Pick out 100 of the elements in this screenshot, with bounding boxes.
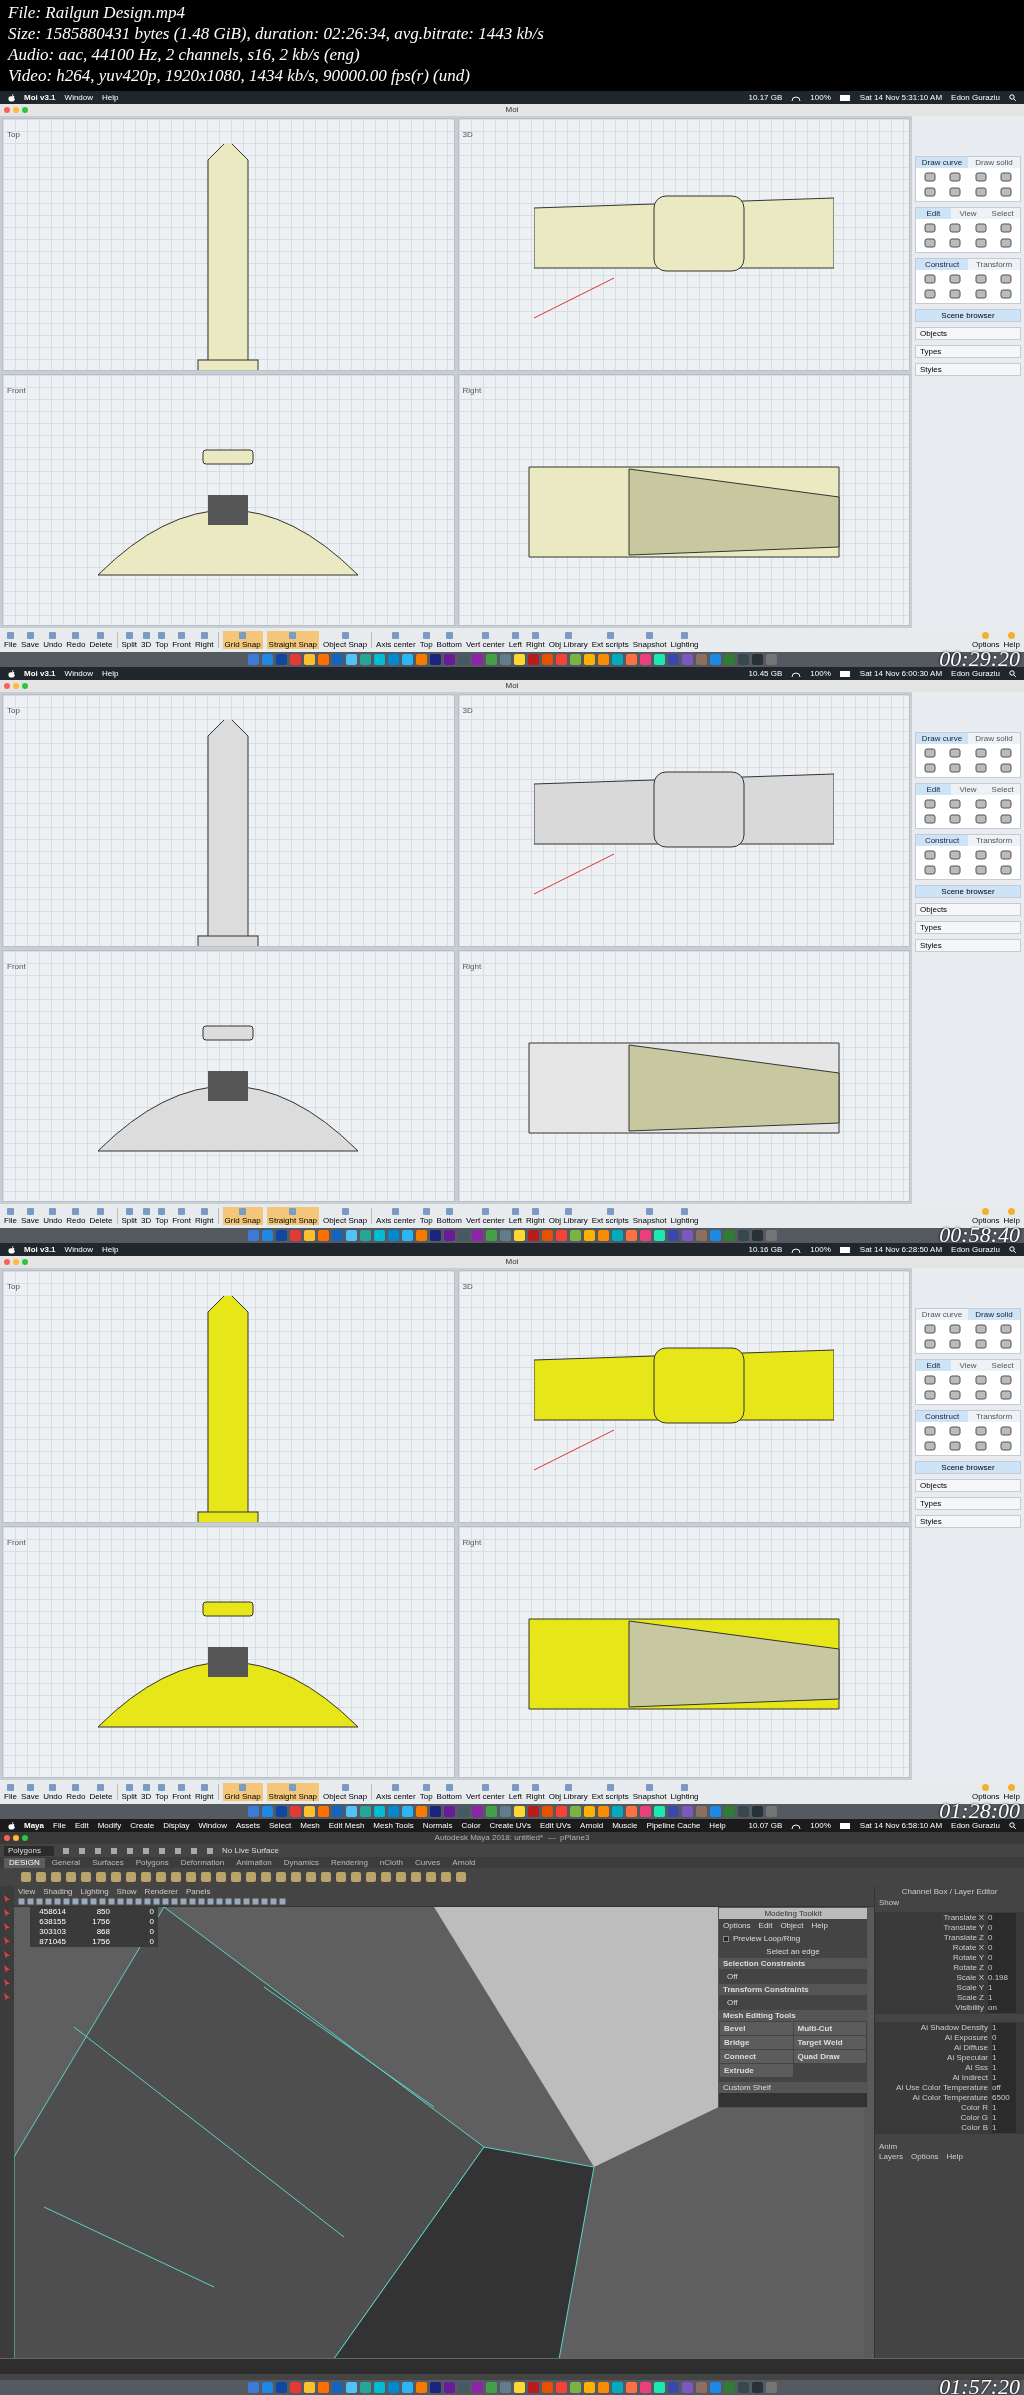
attribute-value[interactable]: 1 — [992, 2103, 1016, 2113]
toolbar-button[interactable]: Options — [971, 1207, 1000, 1225]
menu-item[interactable]: Help — [709, 1820, 726, 1831]
tool-button[interactable]: Connect — [720, 2050, 793, 2063]
toolbar-button[interactable]: 3D — [141, 1783, 152, 1801]
app-icon[interactable] — [317, 654, 329, 665]
app-icon[interactable] — [317, 2382, 329, 2393]
toolbar-button[interactable]: Front — [172, 631, 191, 649]
toolbar-button[interactable]: File — [4, 1783, 17, 1801]
toolbar-button[interactable]: Vert center — [465, 1783, 505, 1801]
menu-item[interactable]: Edit Mesh — [328, 1820, 365, 1831]
shelf-tab[interactable]: Rendering — [325, 1857, 373, 1868]
app-icon[interactable] — [597, 1806, 609, 1817]
scene-browser-item[interactable]: Styles — [915, 363, 1021, 376]
toolbar-button[interactable]: File — [4, 1207, 17, 1225]
shelf-tab[interactable]: Curves — [409, 1857, 446, 1868]
toolbar-button[interactable]: Right — [194, 1207, 214, 1225]
palette-tab[interactable]: Edit — [916, 784, 951, 795]
app-icon[interactable] — [485, 2382, 497, 2393]
menu-item[interactable]: Muscle — [612, 1820, 638, 1831]
toolbar-button[interactable]: Help — [1003, 1207, 1020, 1225]
palette-tab[interactable]: Edit — [916, 208, 951, 219]
toolbar-button[interactable]: Top — [419, 631, 433, 649]
attribute-value[interactable]: 1 — [992, 2063, 1016, 2073]
app-icon[interactable] — [625, 1806, 637, 1817]
attribute-value[interactable]: 1 — [992, 2123, 1016, 2133]
menu-item[interactable]: Create UVs — [489, 1820, 531, 1831]
attribute-value[interactable]: 1 — [992, 2053, 1016, 2063]
constraint-option[interactable]: Off — [719, 1995, 867, 2010]
timeline[interactable] — [0, 2358, 1024, 2374]
toolbar-button[interactable]: Object Snap — [323, 631, 368, 649]
palette-tab[interactable]: Construct — [916, 835, 968, 846]
toolbar-button[interactable]: Delete — [89, 1783, 113, 1801]
menu-item[interactable]: Moi v3.1 — [24, 92, 56, 103]
toolbar-button[interactable]: Save — [20, 631, 40, 649]
toolbar-button[interactable]: Top — [155, 631, 169, 649]
toolbar-button[interactable]: Left — [508, 1783, 522, 1801]
app-icon[interactable] — [513, 1806, 525, 1817]
toolbar-button[interactable]: Right — [194, 631, 214, 649]
menu-item[interactable]: Mesh Tools — [373, 1820, 414, 1831]
palette-tab[interactable]: Edit — [916, 1360, 951, 1371]
menu-item[interactable]: Display — [163, 1820, 190, 1831]
palette-tab[interactable]: Draw solid — [968, 157, 1020, 168]
menu-item[interactable]: Color — [461, 1820, 481, 1831]
tool-button[interactable]: Bevel — [720, 2022, 793, 2035]
panel-menu-item[interactable]: View — [18, 1886, 36, 1897]
app-icon[interactable] — [597, 654, 609, 665]
toolbar-button[interactable]: Help — [1003, 1783, 1020, 1801]
toolbar-button[interactable]: Ext scripts — [591, 1207, 629, 1225]
shelf-tab[interactable]: DESIGN — [4, 1857, 45, 1868]
toolbar-button[interactable]: Obj Library — [548, 631, 588, 649]
app-icon[interactable] — [303, 1806, 315, 1817]
toolbar-button[interactable]: Ext scripts — [591, 1783, 629, 1801]
menu-item[interactable]: Edit — [74, 1820, 89, 1831]
menu-item[interactable]: Normals — [422, 1820, 453, 1831]
toolbar-button[interactable]: Front — [172, 1783, 191, 1801]
viewport[interactable]: 3D — [457, 694, 910, 947]
toolbar-button[interactable]: Split — [121, 1783, 138, 1801]
menu-item[interactable]: Window — [64, 92, 94, 103]
attribute-value[interactable]: 1 — [988, 1993, 1016, 2003]
toolbar-button[interactable]: Lighting — [670, 1783, 699, 1801]
attribute-value[interactable]: 1 — [992, 2113, 1016, 2123]
constraint-option[interactable]: Off — [719, 1969, 867, 1984]
app-icon[interactable] — [513, 654, 525, 665]
app-icon[interactable] — [373, 2382, 385, 2393]
viewport[interactable]: Top — [2, 1270, 455, 1523]
toolbar-button[interactable]: Grid Snap — [222, 631, 263, 649]
attribute-value[interactable]: 0 — [988, 1963, 1016, 1973]
toolbar-button[interactable]: Bottom — [436, 1207, 462, 1225]
app-icon[interactable] — [303, 1230, 315, 1241]
app-icon[interactable] — [345, 654, 357, 665]
toolbar-button[interactable]: Lighting — [670, 631, 699, 649]
toolbar-button[interactable]: Right — [194, 1783, 214, 1801]
menu-item[interactable]: Window — [64, 668, 94, 679]
toolbar-button[interactable]: Right — [525, 1207, 545, 1225]
viewport[interactable]: Right — [457, 949, 910, 1202]
app-icon[interactable] — [653, 654, 665, 665]
attribute-value[interactable]: 0 — [992, 2033, 1016, 2043]
app-icon[interactable] — [345, 1806, 357, 1817]
app-icon[interactable] — [401, 1230, 413, 1241]
app-icon[interactable] — [359, 1806, 371, 1817]
app-icon[interactable] — [415, 1230, 427, 1241]
mode-dropdown[interactable]: Polygons — [4, 1845, 54, 1856]
attribute-value[interactable]: off — [992, 2083, 1016, 2093]
app-icon[interactable] — [625, 654, 637, 665]
app-icon[interactable] — [317, 1230, 329, 1241]
palette-tab[interactable]: Transform — [968, 259, 1020, 270]
app-icon[interactable] — [513, 2382, 525, 2393]
menu-item[interactable]: Help — [102, 668, 119, 679]
attribute-value[interactable]: 1 — [992, 2073, 1016, 2083]
shelf-tab[interactable]: Polygons — [130, 1857, 174, 1868]
toolbar-button[interactable]: Ext scripts — [591, 631, 629, 649]
toolbar-button[interactable]: Split — [121, 1207, 138, 1225]
panel-menu-item[interactable]: Layers — [879, 2152, 903, 2162]
toolbar-button[interactable]: Redo — [66, 1783, 86, 1801]
shelf-tab[interactable]: General — [46, 1857, 86, 1868]
toolbar-button[interactable]: Help — [1003, 631, 1020, 649]
viewport[interactable]: Top — [2, 118, 455, 371]
menu-item[interactable]: Help — [102, 1244, 119, 1255]
menu-item[interactable]: Pipeline Cache — [646, 1820, 701, 1831]
